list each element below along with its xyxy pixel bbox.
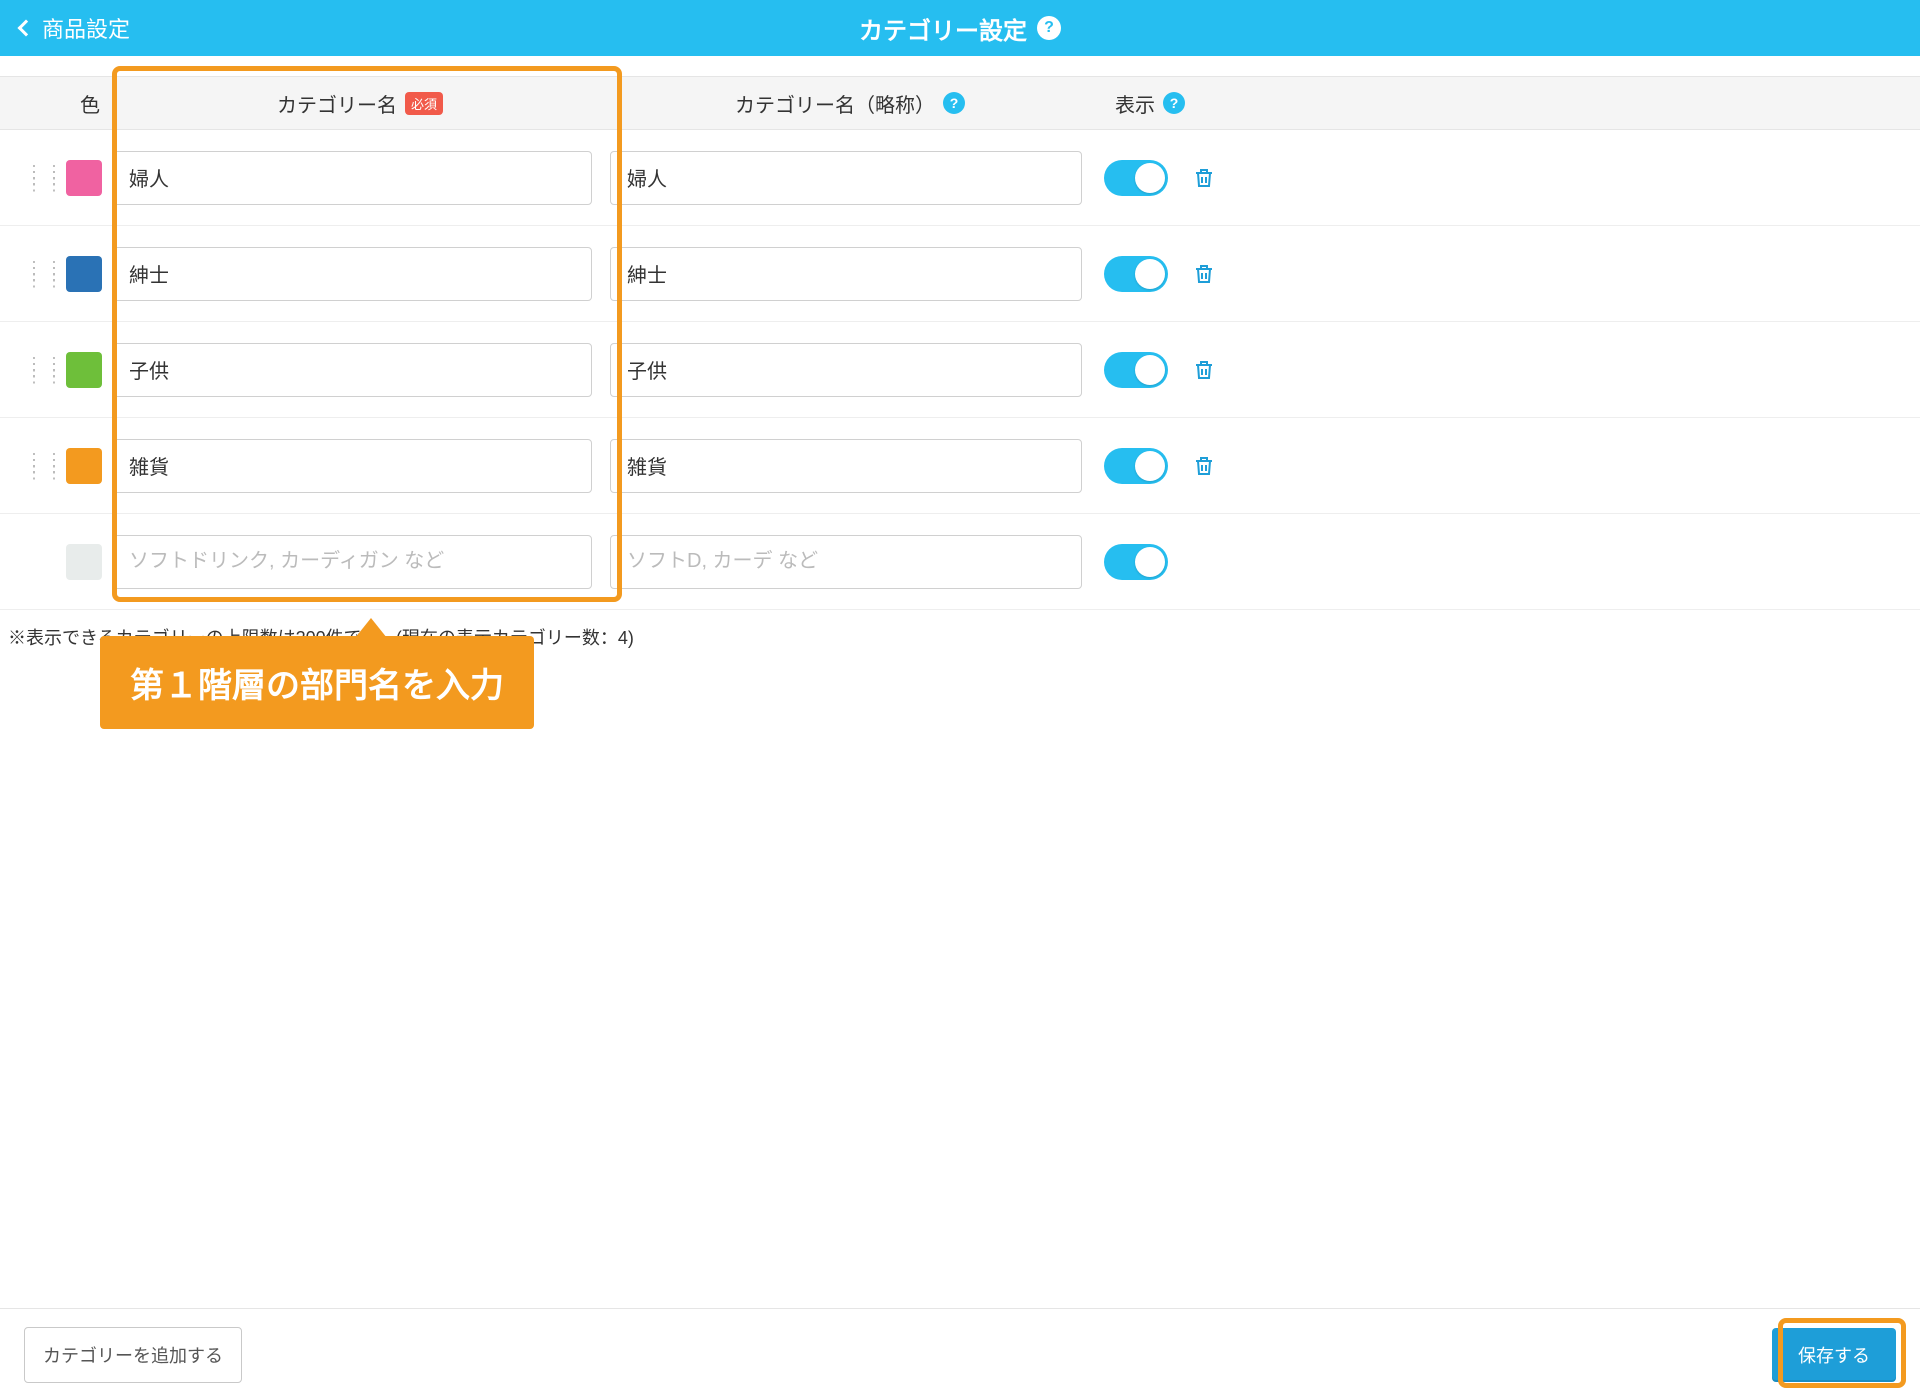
app-header: 商品設定 カテゴリー設定 ? (0, 0, 1920, 56)
drag-handle-icon[interactable]: ⋮⋮⋮⋮⋮⋮ (30, 361, 60, 379)
category-name-input[interactable] (112, 247, 592, 301)
col-short: カテゴリー名（略称） ? (610, 89, 1090, 118)
category-name-input[interactable] (112, 343, 592, 397)
col-color: 色 (0, 89, 110, 118)
help-icon[interactable]: ? (1037, 16, 1061, 40)
delete-icon[interactable] (1190, 452, 1218, 480)
col-display: 表示 ? (1090, 89, 1210, 118)
back-label: 商品設定 (42, 12, 130, 44)
category-row: ⋮⋮⋮⋮⋮⋮ (0, 226, 1920, 322)
display-toggle[interactable] (1104, 352, 1168, 388)
add-category-button[interactable]: カテゴリーを追加する (24, 1327, 242, 1383)
category-row: ⋮⋮⋮⋮⋮⋮ (0, 322, 1920, 418)
category-row (0, 514, 1920, 610)
delete-icon[interactable] (1190, 164, 1218, 192)
color-swatch[interactable] (66, 160, 102, 196)
color-swatch[interactable] (66, 256, 102, 292)
col-short-label: カテゴリー名（略称） (735, 89, 935, 118)
drag-handle-icon[interactable]: ⋮⋮⋮⋮⋮⋮ (30, 169, 60, 187)
col-name-label: カテゴリー名 (277, 89, 397, 118)
drag-handle-icon[interactable]: ⋮⋮⋮⋮⋮⋮ (30, 457, 60, 475)
display-toggle[interactable] (1104, 544, 1168, 580)
column-header-row: 色 カテゴリー名 必須 カテゴリー名（略称） ? 表示 ? (0, 76, 1920, 130)
category-name-input[interactable] (112, 439, 592, 493)
color-swatch[interactable] (66, 448, 102, 484)
annotation-tooltip: 第１階層の部門名を入力 (100, 636, 534, 729)
category-short-input[interactable] (610, 151, 1082, 205)
category-short-input[interactable] (610, 247, 1082, 301)
required-badge: 必須 (405, 92, 443, 115)
category-row: ⋮⋮⋮⋮⋮⋮ (0, 130, 1920, 226)
chevron-left-icon (18, 20, 35, 37)
col-name: カテゴリー名 必須 (110, 89, 610, 118)
page-title-text: カテゴリー設定 (859, 11, 1027, 46)
delete-icon[interactable] (1190, 260, 1218, 288)
category-rows: ⋮⋮⋮⋮⋮⋮ ⋮⋮⋮⋮⋮⋮ ⋮⋮⋮⋮⋮⋮ ⋮⋮⋮⋮⋮⋮ (0, 130, 1920, 610)
back-button[interactable]: 商品設定 (20, 0, 130, 56)
color-swatch[interactable] (66, 352, 102, 388)
display-toggle[interactable] (1104, 448, 1168, 484)
category-short-input[interactable] (610, 535, 1082, 589)
category-name-input[interactable] (112, 535, 592, 589)
drag-handle-icon[interactable]: ⋮⋮⋮⋮⋮⋮ (30, 265, 60, 283)
col-display-label: 表示 (1115, 89, 1155, 118)
help-icon[interactable]: ? (943, 92, 965, 114)
delete-icon[interactable] (1190, 356, 1218, 384)
footer-bar: カテゴリーを追加する 保存する (0, 1308, 1920, 1400)
category-short-input[interactable] (610, 343, 1082, 397)
page-title: カテゴリー設定 ? (859, 11, 1061, 46)
category-row: ⋮⋮⋮⋮⋮⋮ (0, 418, 1920, 514)
display-toggle[interactable] (1104, 256, 1168, 292)
category-name-input[interactable] (112, 151, 592, 205)
color-swatch[interactable] (66, 544, 102, 580)
category-short-input[interactable] (610, 439, 1082, 493)
help-icon[interactable]: ? (1163, 92, 1185, 114)
save-button[interactable]: 保存する (1772, 1328, 1896, 1382)
display-toggle[interactable] (1104, 160, 1168, 196)
